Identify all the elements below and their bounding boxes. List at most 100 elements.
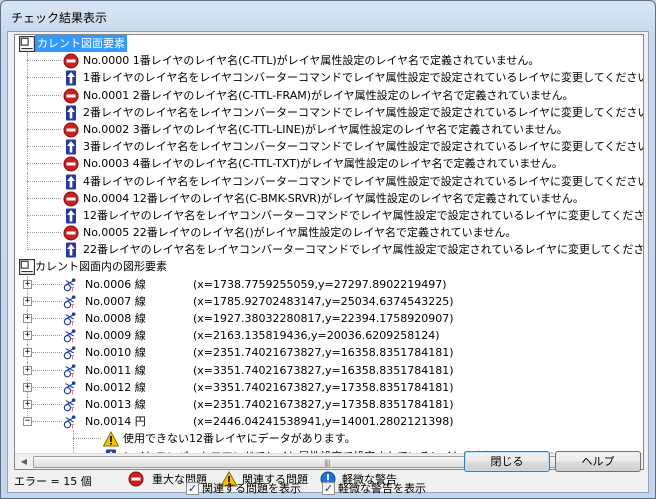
item-text[interactable]: 12番レイヤのレイヤ名をレイヤコンバーターコマンドでレイヤ属性設定で設定されてい… bbox=[83, 207, 643, 224]
show-related-label: 関連する問題を表示 bbox=[202, 482, 301, 495]
shape-item[interactable]: + T No.0012 線 (x=3351.74021673827,y=17358.8… bbox=[15, 378, 629, 397]
error-item[interactable]: No.0005 22番レイヤのレイヤ名()がレイヤ属性設定のレイヤ名で定義されて… bbox=[15, 224, 629, 243]
shape-item[interactable]: + T No.0010 線 (x=2351.74021673827,y=16358.8… bbox=[15, 344, 629, 363]
shape-item[interactable]: + T No.0007 線 (x=1785.92702483147,y=25034.6… bbox=[15, 292, 629, 311]
expand-icon[interactable]: + bbox=[23, 365, 32, 375]
item-text[interactable]: 4番レイヤのレイヤ名をレイヤコンバーターコマンドでレイヤ属性設定で設定されている… bbox=[83, 173, 643, 190]
tree-line bbox=[73, 438, 101, 440]
checkmark-icon[interactable]: ✓ bbox=[322, 481, 335, 495]
item-text[interactable]: No.0000 1番レイヤのレイヤ名(C-TTL)がレイヤ属性設定のレイヤ名で定… bbox=[83, 52, 539, 69]
shape-number[interactable]: No.0011 線 bbox=[85, 362, 146, 379]
expand-icon[interactable]: + bbox=[23, 348, 32, 358]
suggestion-item[interactable]: 3番レイヤのレイヤ名をレイヤコンバーターコマンドでレイヤ属性設定で設定されている… bbox=[15, 138, 643, 157]
svg-text:T: T bbox=[70, 304, 75, 309]
expand-icon[interactable]: + bbox=[23, 399, 32, 409]
item-text[interactable]: No.0004 12番レイヤのレイヤ名(C-BMK-SRVR)がレイヤ属性設定の… bbox=[83, 190, 584, 207]
suggestion-item[interactable]: 4番レイヤのレイヤ名をレイヤコンバーターコマンドでレイヤ属性設定で設定されている… bbox=[15, 172, 643, 191]
svg-text:T: T bbox=[70, 390, 75, 395]
svg-text:T: T bbox=[70, 356, 75, 361]
svg-text:T: T bbox=[70, 373, 75, 378]
title-bar[interactable]: チェック結果表示 bbox=[1, 1, 655, 31]
tree-line bbox=[27, 155, 28, 174]
tree-rows: カレント図面要素 No.0000 1番レイヤのレイヤ名(C-TTL)がレイヤ属性設… bbox=[15, 35, 643, 465]
shape-item[interactable]: + T No.0013 線 (x=2351.74021673827,y=17358.8… bbox=[15, 395, 629, 414]
tree-line bbox=[27, 52, 28, 71]
tree-line bbox=[32, 369, 62, 371]
shape-coordinates: (x=1785.92702483147,y=25034.6374543225) bbox=[193, 294, 454, 308]
help-button[interactable]: ヘルプ bbox=[555, 451, 641, 472]
item-text[interactable]: 1番レイヤのレイヤ名をレイヤコンバーターコマンドでレイヤ属性設定で設定されている… bbox=[83, 69, 643, 86]
expand-icon[interactable]: + bbox=[23, 382, 32, 392]
error-item[interactable]: No.0002 3番レイヤのレイヤ名(C-TTL-LINE)がレイヤ属性設定のレ… bbox=[15, 120, 629, 139]
shape-item[interactable]: + T No.0006 線 (x=1738.7759255059,y=27297.89… bbox=[15, 275, 629, 294]
shape-item[interactable]: + T No.0008 線 (x=1927.38032280817,y=22394.1… bbox=[15, 310, 629, 328]
item-text[interactable]: 2番レイヤのレイヤ名をレイヤコンバーターコマンドでレイヤ属性設定で設定されている… bbox=[83, 104, 643, 121]
shape-coordinates: (x=3351.74021673827,y=17358.8351784181) bbox=[193, 380, 454, 394]
shape-number[interactable]: No.0012 線 bbox=[85, 379, 146, 396]
tree-line bbox=[27, 232, 61, 234]
expand-icon[interactable]: + bbox=[23, 314, 32, 323]
tree-group-row[interactable]: カレント図面要素 bbox=[15, 35, 629, 52]
svg-text:T: T bbox=[70, 322, 75, 327]
group-label[interactable]: カレント図面内の図形要素 bbox=[35, 258, 167, 275]
close-button[interactable]: 閉じる bbox=[464, 451, 550, 472]
shape-number[interactable]: No.0013 線 bbox=[85, 396, 146, 413]
show-related-checkbox[interactable]: ✓ 関連する問題を表示 bbox=[186, 480, 301, 496]
tree-line bbox=[27, 111, 61, 113]
error-item[interactable]: No.0000 1番レイヤのレイヤ名(C-TTL)がレイヤ属性設定のレイヤ名で定… bbox=[15, 52, 629, 71]
suggestion-item[interactable]: 12番レイヤのレイヤ名をレイヤコンバーターコマンドでレイヤ属性設定で設定されてい… bbox=[15, 206, 643, 225]
item-text[interactable]: 3番レイヤのレイヤ名をレイヤコンバーターコマンドでレイヤ属性設定で設定されている… bbox=[83, 138, 643, 155]
shape-item[interactable]: + T No.0009 線 (x=2163.135819436,y=20036.620… bbox=[15, 327, 629, 346]
item-text[interactable]: No.0002 3番レイヤのレイヤ名(C-TTL-LINE)がレイヤ属性設定のレ… bbox=[83, 121, 568, 138]
tree-line bbox=[27, 138, 28, 157]
results-tree[interactable]: カレント図面要素 No.0000 1番レイヤのレイヤ名(C-TTL)がレイヤ属性設… bbox=[14, 34, 644, 470]
item-text[interactable]: No.0003 4番レイヤのレイヤ名(C-TTL-TXT)がレイヤ属性設定のレイ… bbox=[83, 155, 563, 172]
suggestion-item[interactable]: 2番レイヤのレイヤ名をレイヤコンバーターコマンドでレイヤ属性設定で設定されている… bbox=[15, 103, 643, 122]
expand-icon[interactable]: + bbox=[23, 331, 32, 341]
expand-icon[interactable]: + bbox=[23, 279, 32, 289]
shape-coordinates: (x=1738.7759255059,y=27297.8902219497) bbox=[193, 277, 447, 291]
tree-line bbox=[27, 214, 61, 216]
shape-coordinates: (x=2351.74021673827,y=17358.8351784181) bbox=[193, 397, 454, 411]
error-item[interactable]: No.0003 4番レイヤのレイヤ名(C-TTL-TXT)がレイヤ属性設定のレイ… bbox=[15, 155, 629, 174]
tree-line bbox=[27, 180, 61, 182]
item-text[interactable]: No.0001 2番レイヤのレイヤ名(C-TTL-FRAM)がレイヤ属性設定のレ… bbox=[83, 87, 574, 104]
suggestion-item[interactable]: 22番レイヤのレイヤ名をレイヤコンバーターコマンドでレイヤ属性設定で設定されてい… bbox=[15, 241, 643, 258]
shape-coordinates: (x=3351.74021673827,y=16358.8351784181) bbox=[193, 363, 454, 377]
tree-group-row[interactable]: カレント図面内の図形要素 bbox=[15, 258, 629, 276]
collapse-icon[interactable]: − bbox=[23, 417, 32, 427]
tree-line bbox=[32, 283, 62, 285]
shape-coordinates: (x=2446.04241538941,y=14001.2802121398) bbox=[193, 415, 454, 429]
shape-item[interactable]: − T No.0014 円 (x=2446.04241538941,y=14001.2… bbox=[15, 413, 629, 430]
suggestion-item[interactable]: 1番レイヤのレイヤ名をレイヤコンバーターコマンドでレイヤ属性設定で設定されている… bbox=[15, 69, 643, 88]
svg-text:T: T bbox=[70, 287, 75, 292]
window-title: チェック結果表示 bbox=[11, 11, 108, 25]
tree-line bbox=[32, 318, 62, 319]
error-item[interactable]: No.0001 2番レイヤのレイヤ名(C-TTL-FRAM)がレイヤ属性設定のレ… bbox=[15, 86, 629, 105]
shape-item[interactable]: + T No.0011 線 (x=3351.74021673827,y=16358.8… bbox=[15, 361, 629, 380]
group-label[interactable]: カレント図面要素 bbox=[35, 35, 127, 52]
item-text[interactable]: No.0005 22番レイヤのレイヤ名()がレイヤ属性設定のレイヤ名で定義されて… bbox=[83, 224, 516, 241]
tree-line bbox=[32, 386, 62, 388]
item-text[interactable]: 使用できない12番レイヤにデータがあります。 bbox=[123, 430, 356, 447]
shape-number[interactable]: No.0014 円 bbox=[85, 413, 146, 430]
shape-number[interactable]: No.0010 線 bbox=[85, 344, 146, 361]
tree-line bbox=[32, 352, 62, 354]
warning-item[interactable]: 使用できない12番レイヤにデータがあります。 bbox=[15, 430, 629, 449]
tree-line bbox=[27, 77, 61, 79]
shape-coordinates: (x=1927.38032280817,y=22394.1758920907) bbox=[193, 312, 454, 325]
scroll-left-button[interactable]: ◀ bbox=[16, 455, 32, 469]
tree-line bbox=[27, 224, 28, 243]
tree-line bbox=[27, 60, 61, 62]
shape-number[interactable]: No.0006 線 bbox=[85, 276, 146, 293]
shape-number[interactable]: No.0009 線 bbox=[85, 327, 146, 344]
shape-number[interactable]: No.0008 線 bbox=[85, 310, 146, 327]
svg-text:T: T bbox=[70, 425, 75, 430]
shape-number[interactable]: No.0007 線 bbox=[85, 293, 146, 310]
expand-icon[interactable]: + bbox=[23, 296, 32, 306]
checkmark-icon[interactable]: ✓ bbox=[186, 481, 199, 495]
tree-line bbox=[27, 197, 61, 199]
error-item[interactable]: No.0004 12番レイヤのレイヤ名(C-BMK-SRVR)がレイヤ属性設定の… bbox=[15, 189, 629, 208]
show-minor-checkbox[interactable]: ✓ 軽微な警告を表示 bbox=[322, 480, 426, 496]
item-text[interactable]: 22番レイヤのレイヤ名をレイヤコンバーターコマンドでレイヤ属性設定で設定されてい… bbox=[83, 241, 643, 258]
